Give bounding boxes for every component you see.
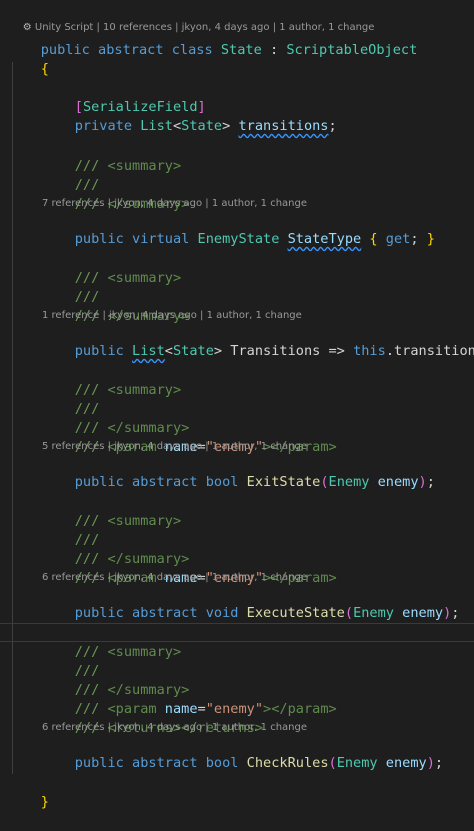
code-line-doc[interactable]: /// <summary> [0, 493, 474, 529]
keyword: private [74, 118, 133, 134]
param-name: enemy [385, 755, 427, 771]
method-name: ExecuteState [246, 605, 345, 621]
paren: ) [426, 755, 435, 771]
semicolon: ; [451, 605, 460, 621]
close-brace: } [40, 794, 49, 810]
angle-bracket: < [164, 343, 173, 359]
code-line-exit-state[interactable]: public abstract bool ExitState(Enemy ene… [0, 454, 474, 490]
code-line-class-decl[interactable]: public abstract class State : Scriptable… [0, 22, 474, 58]
code-line-doc[interactable]: /// [0, 381, 474, 417]
keyword: this [353, 343, 386, 359]
keyword: abstract [132, 605, 198, 621]
code-line-doc[interactable]: /// [0, 157, 474, 193]
semicolon: ; [426, 474, 435, 490]
code-line-transitions-prop[interactable]: public List<State> Transitions => this.t… [0, 323, 474, 359]
param-name: enemy [402, 605, 444, 621]
paren: ( [320, 474, 329, 490]
code-line-serialize-field[interactable]: [SerializeField] [0, 79, 474, 115]
code-line-doc[interactable]: /// </summary> [0, 288, 474, 324]
code-line-doc-param[interactable]: /// <param name="enemy"></param> [0, 419, 474, 455]
code-line-execute-state[interactable]: public abstract void ExecuteState(Enemy … [0, 585, 474, 621]
code-line-doc[interactable]: /// [0, 269, 474, 305]
type-name: State [181, 118, 223, 134]
code-line-field[interactable]: private List<State> transitions; [0, 98, 474, 134]
brace: { [369, 231, 378, 247]
code-line-doc[interactable]: /// [0, 643, 474, 679]
codelens-class[interactable]: ⚙ Unity Script | 10 references | jkyon, … [0, 7, 474, 33]
property-name: Transitions [230, 343, 321, 359]
keyword: abstract [132, 474, 198, 490]
keyword: public [74, 755, 124, 771]
paren: ( [344, 605, 354, 621]
brace: } [426, 231, 435, 247]
codelens-execute-state[interactable]: 6 references | jkyon, 4 days ago | 1 aut… [0, 571, 474, 585]
code-line-close-brace[interactable]: } [0, 774, 474, 810]
keyword: public [74, 231, 124, 247]
code-line-check-rules[interactable]: public abstract bool CheckRules(Enemy en… [0, 735, 474, 771]
code-line-doc-returns[interactable]: /// <returns></returns> [0, 700, 474, 736]
method-name: ExitState [246, 474, 321, 490]
type-name: List [132, 343, 165, 359]
code-line-doc[interactable]: /// <summary> [0, 624, 474, 660]
method-name: CheckRules [246, 755, 329, 771]
semicolon: ; [410, 231, 419, 247]
semicolon: ; [328, 118, 337, 134]
member-access: .transitions; [385, 343, 474, 359]
code-line-doc[interactable]: /// </summary> [0, 531, 474, 567]
keyword: bool [205, 474, 239, 490]
keyword: public [74, 605, 124, 621]
codelens-check-rules[interactable]: 6 references | jkyon, 4 days ago | 1 aut… [0, 721, 474, 735]
keyword: void [205, 605, 239, 621]
codelens-state-type[interactable]: 7 references | jkyon, 4 days ago | 1 aut… [0, 197, 474, 211]
paren: ( [328, 755, 337, 771]
angle-bracket: > [222, 118, 231, 134]
open-brace: { [40, 61, 49, 77]
code-line-doc-param[interactable]: /// <param name="enemy"></param> [0, 681, 474, 717]
arrow-operator: => [328, 343, 345, 359]
type-name: Enemy [353, 605, 394, 621]
keyword: bool [205, 755, 239, 771]
keyword: abstract [132, 755, 198, 771]
keyword: virtual [132, 231, 190, 247]
angle-bracket: > [213, 343, 223, 359]
code-line-doc-param[interactable]: /// <param name="enemy"></param> [0, 550, 474, 586]
angle-bracket: < [172, 118, 182, 134]
type-name: Enemy [336, 755, 378, 771]
paren: ) [418, 474, 427, 490]
type-name: List [140, 118, 173, 134]
field-name: transitions [238, 118, 329, 134]
code-line-open-brace[interactable]: { [0, 41, 474, 77]
code-line-doc[interactable]: /// </summary> [0, 176, 474, 212]
code-line-doc[interactable]: /// </summary> [0, 400, 474, 436]
type-name: Enemy [328, 474, 370, 490]
code-line-doc[interactable]: /// <summary> [0, 250, 474, 286]
code-line-doc[interactable]: /// <summary> [0, 362, 474, 398]
keyword: public [74, 474, 124, 490]
semicolon: ; [434, 755, 444, 771]
code-editor[interactable]: ⚙ Unity Script | 10 references | jkyon, … [0, 0, 474, 810]
code-line-doc[interactable]: /// <summary> [0, 138, 474, 174]
keyword: public [74, 343, 124, 359]
type-name: EnemyState [197, 231, 280, 247]
code-line-doc[interactable]: /// </summary> [0, 662, 474, 698]
code-line-doc[interactable]: /// [0, 512, 474, 548]
codelens-transitions[interactable]: 1 reference | jkyon, 4 days ago | 1 auth… [0, 309, 474, 323]
property-name: StateType [287, 231, 362, 247]
keyword: get [385, 231, 411, 247]
type-name: State [172, 343, 214, 359]
param-name: enemy [377, 474, 419, 490]
code-line-state-type[interactable]: public virtual EnemyState StateType { ge… [0, 211, 474, 247]
codelens-exit-state[interactable]: 5 references | jkyon, 4 days ago | 1 aut… [0, 440, 474, 454]
